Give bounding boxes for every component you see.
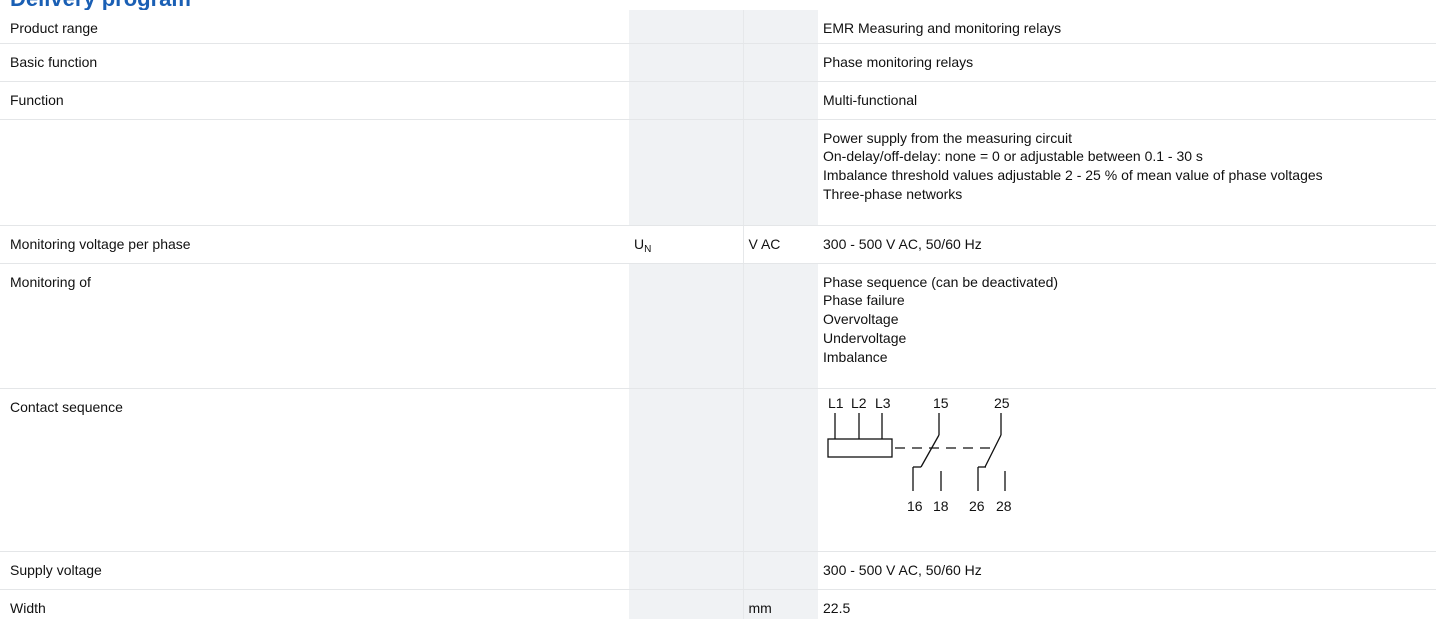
value-line: 300 - 500 V AC, 50/60 Hz bbox=[823, 235, 982, 252]
row-value: Phase monitoring relays bbox=[818, 43, 1436, 82]
row-symbol bbox=[629, 263, 744, 389]
row-label bbox=[0, 119, 629, 226]
row-label: Product range bbox=[0, 10, 629, 44]
table-row: Contact sequence L1 L2 L3 15 25 16 18 26… bbox=[0, 388, 1436, 552]
row-unit: mm bbox=[743, 589, 818, 619]
row-symbol bbox=[629, 589, 744, 619]
row-symbol bbox=[629, 388, 744, 552]
value-line: 22.5 bbox=[823, 599, 851, 616]
row-value: 300 - 500 V AC, 50/60 Hz bbox=[818, 551, 1436, 590]
row-label: Supply voltage bbox=[0, 551, 629, 590]
terminal-label: L2 bbox=[851, 395, 867, 411]
page-heading: Delivery program bbox=[10, 0, 191, 10]
row-label: Monitoring of bbox=[0, 263, 629, 389]
row-value: 300 - 500 V AC, 50/60 Hz bbox=[818, 225, 1436, 264]
row-label: Basic function bbox=[0, 43, 629, 82]
terminal-label: 18 bbox=[933, 498, 949, 514]
value-line: Phase monitoring relays bbox=[823, 53, 974, 70]
row-label: Width bbox=[10, 599, 46, 616]
row-symbol: UN bbox=[629, 225, 744, 264]
row-unit: V AC bbox=[743, 225, 818, 264]
symbol-subscript: N bbox=[644, 243, 652, 255]
row-value: EMR Measuring and monitoring relays bbox=[818, 10, 1436, 44]
table-row: Product range EMR Measuring and monitori… bbox=[0, 10, 1436, 44]
row-unit bbox=[743, 81, 818, 120]
value-line: Phase sequence (can be deactivated) bbox=[823, 273, 1059, 290]
table-row: Power supply from the measuring circuit … bbox=[0, 119, 1436, 226]
table-row: Monitoring voltage per phase UN V AC 300… bbox=[0, 225, 1436, 264]
value-line: Multi-functional bbox=[823, 91, 918, 108]
value-line: Three-phase networks bbox=[823, 185, 963, 202]
spec-table: Product range EMR Measuring and monitori… bbox=[0, 10, 1436, 619]
relay-coil bbox=[827, 437, 893, 458]
row-symbol bbox=[629, 10, 744, 44]
terminal-labels-bottom: 16 18 26 28 bbox=[907, 498, 1012, 514]
row-symbol bbox=[629, 81, 744, 120]
terminal-label: L1 bbox=[828, 395, 844, 411]
contact-15-blade bbox=[920, 434, 940, 467]
row-unit bbox=[743, 388, 818, 552]
terminal-label: 28 bbox=[996, 498, 1012, 514]
row-value: Phase sequence (can be deactivated) Phas… bbox=[818, 263, 1436, 389]
value-line: Power supply from the measuring circuit bbox=[823, 129, 1072, 146]
row-label: Function bbox=[0, 81, 629, 120]
row-symbol bbox=[629, 551, 744, 590]
terminal-label: 16 bbox=[907, 498, 923, 514]
row-symbol bbox=[629, 43, 744, 82]
row-value: Multi-functional bbox=[818, 81, 1436, 120]
contact-sequence-diagram: L1 L2 L3 15 25 16 18 26 28 bbox=[827, 395, 1012, 514]
row-label: Contact sequence bbox=[0, 388, 629, 552]
value-line: Imbalance bbox=[823, 348, 888, 365]
contact-25-blade bbox=[984, 434, 1002, 467]
value-line: Imbalance threshold values adjustable 2 … bbox=[823, 167, 1323, 184]
value-line: Overvoltage bbox=[823, 311, 899, 328]
terminal-label: 25 bbox=[994, 395, 1010, 411]
value-line: Undervoltage bbox=[823, 329, 907, 346]
row-unit bbox=[743, 119, 818, 226]
row-unit bbox=[743, 263, 818, 389]
table-row: Function Multi-functional bbox=[0, 81, 1436, 120]
value-line: On-delay/off-delay: none = 0 or adjustab… bbox=[823, 148, 1203, 165]
value-line: EMR Measuring and monitoring relays bbox=[823, 20, 1062, 36]
terminal-labels-top: L1 L2 L3 15 25 bbox=[828, 395, 1010, 411]
value-line: 300 - 500 V AC, 50/60 Hz bbox=[823, 561, 982, 578]
table-row: Basic function Phase monitoring relays bbox=[0, 43, 1436, 82]
row-unit bbox=[743, 10, 818, 44]
page-heading-strip: Delivery program bbox=[0, 0, 1436, 10]
table-row: Monitoring of Phase sequence (can be dea… bbox=[0, 263, 1436, 389]
row-value: Power supply from the measuring circuit … bbox=[818, 119, 1436, 226]
table-row: Width mm 22.5 bbox=[0, 589, 1436, 619]
terminal-label: 26 bbox=[969, 498, 985, 514]
row-unit bbox=[743, 551, 818, 590]
row-value: L1 L2 L3 15 25 16 18 26 28 bbox=[818, 388, 1436, 552]
diagram-lines bbox=[827, 412, 1006, 491]
row-symbol bbox=[629, 119, 744, 226]
terminal-label: 15 bbox=[933, 395, 949, 411]
row-label: Monitoring voltage per phase bbox=[0, 225, 629, 264]
symbol-base: U bbox=[634, 235, 645, 252]
table-row: Supply voltage 300 - 500 V AC, 50/60 Hz bbox=[0, 551, 1436, 590]
value-line: Phase failure bbox=[823, 292, 905, 309]
row-value: 22.5 bbox=[818, 589, 1436, 619]
row-unit bbox=[743, 43, 818, 82]
terminal-label: L3 bbox=[875, 395, 891, 411]
